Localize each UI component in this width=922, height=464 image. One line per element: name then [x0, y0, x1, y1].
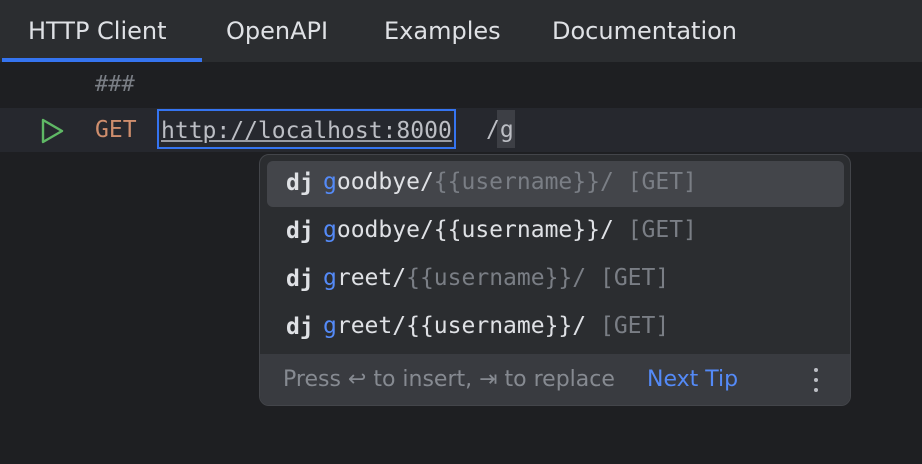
request-separator: ### [95, 72, 135, 97]
completion-item[interactable]: dj greet/{{username}}/ [GET] [267, 257, 844, 303]
django-icon: dj [286, 218, 314, 244]
completion-item[interactable]: dj goodbye/{{username}}/ [GET] [267, 161, 844, 207]
completion-item[interactable]: dj goodbye/{{username}}/ [GET] [267, 209, 844, 255]
completion-item-text: greet/{{username}}/ [GET] [323, 265, 670, 291]
completion-item-text: greet/{{username}}/ [GET] [323, 313, 670, 339]
tab-http-client[interactable]: HTTP Client [28, 0, 167, 62]
active-tab-indicator [2, 58, 202, 62]
completion-hint: Press ↩ to insert, ⇥ to replace [283, 367, 615, 392]
current-line-highlight [0, 108, 922, 152]
tab-bar: HTTP Client OpenAPI Examples Documentati… [0, 0, 922, 63]
django-icon: dj [286, 314, 314, 340]
http-method: GET [95, 117, 137, 143]
completion-footer: Press ↩ to insert, ⇥ to replace Next Tip [260, 354, 850, 405]
more-vertical-icon[interactable] [803, 364, 829, 396]
completion-item-text: goodbye/{{username}}/ [GET] [323, 169, 697, 195]
django-icon: dj [286, 170, 314, 196]
tab-documentation[interactable]: Documentation [552, 0, 737, 62]
play-icon[interactable] [38, 117, 66, 145]
tab-openapi[interactable]: OpenAPI [226, 0, 328, 62]
typed-path[interactable]: /g [486, 117, 514, 143]
completion-popup: dj goodbye/{{username}}/ [GET] dj goodby… [259, 154, 851, 406]
completion-item[interactable]: dj greet/{{username}}/ [GET] [267, 305, 844, 351]
completion-item-text: goodbye/{{username}}/ [GET] [323, 217, 697, 243]
request-url[interactable]: http://localhost:8000 [157, 109, 456, 149]
django-icon: dj [286, 266, 314, 292]
next-tip-link[interactable]: Next Tip [647, 367, 738, 392]
tab-examples[interactable]: Examples [384, 0, 501, 62]
